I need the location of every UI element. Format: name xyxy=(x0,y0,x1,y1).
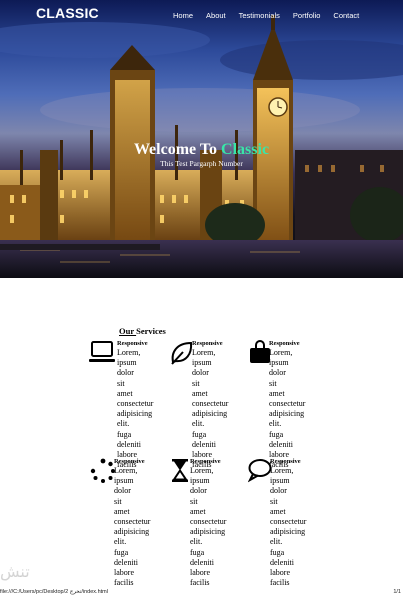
watermark-text: تنش xyxy=(0,562,30,581)
service-body: Lorem, ipsum dolor sit amet consectetur … xyxy=(114,466,151,588)
nav-link-contact[interactable]: Contact xyxy=(333,11,359,20)
hero-subtitle: This Test Pargarph Number xyxy=(160,159,243,168)
hero-title: Welcome To Classic xyxy=(0,141,403,159)
service-heading: Responsive xyxy=(114,458,145,465)
service-body: Lorem, ipsum dolor sit amet consectetur … xyxy=(192,348,229,470)
nav-link-portfolio[interactable]: Portfolio xyxy=(293,11,321,20)
hero-title-prefix: Welcome To xyxy=(133,141,222,158)
london-night-photo xyxy=(0,15,403,278)
service-heading: Responsive xyxy=(192,340,223,347)
service-heading: Responsive xyxy=(117,340,148,347)
services-title: Our Services xyxy=(119,326,166,336)
brand-logo[interactable]: CLASSIC xyxy=(36,5,99,21)
service-heading: Responsive xyxy=(269,340,300,347)
hero-title-accent: Classic xyxy=(221,141,270,158)
services-title-our: Our xyxy=(119,326,137,336)
service-body: Lorem, ipsum dolor sit amet consectetur … xyxy=(117,348,154,470)
service-heading: Responsive xyxy=(190,458,221,465)
nav-link-about[interactable]: About xyxy=(206,11,226,20)
spinner-icon xyxy=(90,458,115,483)
nav-link-testimonials[interactable]: Testimonials xyxy=(239,11,280,20)
file-path: file:///C:/Users/pc/Desktop/2 تخرج/index… xyxy=(0,589,108,595)
laptop-icon xyxy=(89,341,115,362)
nav-link-home[interactable]: Home xyxy=(173,11,193,20)
service-body: Lorem, ipsum dolor sit amet consectetur … xyxy=(270,466,307,588)
services-title-rest: Services xyxy=(136,326,166,336)
service-heading: Responsive xyxy=(270,458,301,465)
hero-banner: CLASSIC Home About Testimonials Portfoli… xyxy=(0,0,403,278)
service-body: Lorem, ipsum dolor sit amet consectetur … xyxy=(269,348,306,470)
page-number: 1/1 xyxy=(393,589,401,595)
service-body: Lorem, ipsum dolor sit amet consectetur … xyxy=(190,466,227,588)
main-nav: Home About Testimonials Portfolio Contac… xyxy=(173,11,372,20)
